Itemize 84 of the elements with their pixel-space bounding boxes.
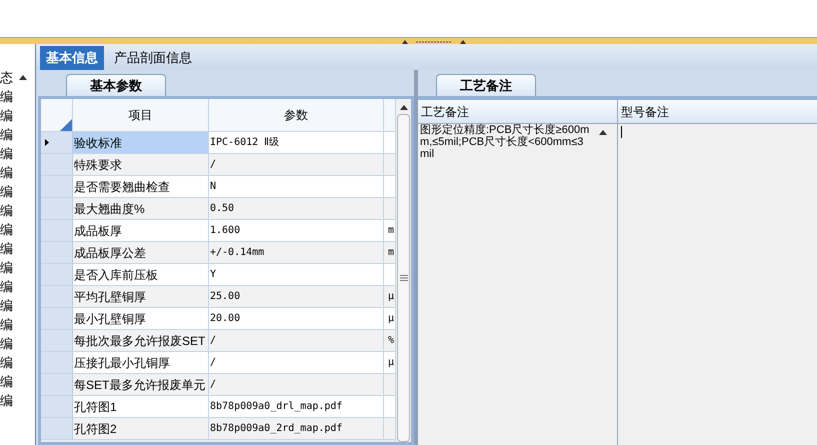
- list-item[interactable]: 编: [0, 239, 35, 258]
- column-header[interactable]: 项目: [73, 99, 209, 131]
- column-header: 态: [0, 69, 13, 87]
- table-cell: /: [209, 352, 384, 373]
- unit-text: m: [388, 224, 394, 238]
- corner-triangle-icon: [60, 119, 72, 131]
- table-cell: IPC-6012 Ⅱ级: [209, 132, 384, 153]
- unit-text: %: [388, 334, 394, 348]
- table-row[interactable]: 是否入库前压板 Y: [41, 264, 395, 286]
- table-row[interactable]: 孔符图2 8b78p009a0_2rd_map.pdf: [41, 418, 395, 440]
- table-row[interactable]: 平均孔壁铜厚 25.00 μ: [41, 286, 395, 308]
- list-item[interactable]: 编: [0, 277, 35, 296]
- table-row[interactable]: 每SET最多允许报废单元 /: [41, 374, 395, 396]
- table-cell: 孔符图2: [73, 418, 209, 439]
- list-item[interactable]: 编: [0, 182, 35, 201]
- list-item[interactable]: 编: [0, 201, 35, 220]
- list-item[interactable]: 编: [0, 220, 35, 239]
- text-cursor: [621, 126, 622, 138]
- table-cell: 最大翘曲度%: [73, 198, 209, 219]
- tab[interactable]: 基本参数: [66, 74, 166, 96]
- column-header: 工艺备注: [418, 100, 617, 124]
- table-cell: 每批次最多允许报废SET: [73, 330, 209, 351]
- list-item[interactable]: 编: [0, 296, 35, 315]
- table-row[interactable]: 最小孔壁铜厚 20.00 μ: [41, 308, 395, 330]
- list-item[interactable]: 编: [0, 163, 35, 182]
- table-row[interactable]: 每批次最多允许报废SET / %: [41, 330, 395, 352]
- table-cell: 最小孔壁铜厚: [73, 308, 209, 329]
- note-text: 图形定位精度:PCB尺寸长度≥600mm,≤5mil;PCB尺寸长度<600mm≤3mil: [419, 124, 590, 160]
- list-item[interactable]: 编: [0, 106, 35, 125]
- table-row[interactable]: 成品板厚 1.600 m: [41, 220, 395, 242]
- table-row[interactable]: 压接孔最小孔铜厚 / μ: [41, 352, 395, 374]
- row-pointer-icon: [45, 139, 49, 146]
- table-cell: 1.600: [209, 220, 384, 241]
- tab[interactable]: 基本信息: [40, 46, 104, 70]
- scroll-up-icon[interactable]: [599, 130, 607, 135]
- table-cell: 孔符图1: [73, 396, 209, 417]
- unit-text: μ: [388, 312, 394, 326]
- tab[interactable]: 工艺备注: [436, 74, 536, 96]
- table-row[interactable]: 最大翘曲度% 0.50: [41, 198, 395, 220]
- table-cell: 8b78p009a0_2rd_map.pdf: [209, 418, 384, 439]
- table-cell: 验收标准: [73, 132, 209, 153]
- table-row[interactable]: 孔符图1 8b78p009a0_drl_map.pdf: [41, 396, 395, 418]
- table-row[interactable]: 成品板厚公差 +/-0.14mm m: [41, 242, 395, 264]
- scroll-up-icon[interactable]: [19, 75, 27, 80]
- table-cell: 平均孔壁铜厚: [73, 286, 209, 307]
- table-cell: /: [209, 330, 384, 351]
- table-cell: 成品板厚公差: [73, 242, 209, 263]
- list-item[interactable]: 编: [0, 87, 35, 106]
- splitter-handle-icon[interactable]: [402, 38, 466, 44]
- scrollbar[interactable]: [395, 99, 411, 442]
- tab[interactable]: 产品剖面信息: [108, 46, 198, 70]
- table-cell: +/-0.14mm: [209, 242, 384, 263]
- unit-text: μ: [388, 290, 394, 304]
- table-cell: 成品板厚: [73, 220, 209, 241]
- list-item[interactable]: 编: [0, 125, 35, 144]
- scroll-up-icon[interactable]: [400, 105, 408, 110]
- table-cell: /: [209, 154, 384, 175]
- grip-icon: [400, 275, 408, 281]
- table-cell: 是否入库前压板: [73, 264, 209, 285]
- list-item[interactable]: 编: [0, 258, 35, 277]
- unit-text: m: [388, 246, 394, 260]
- table-cell: 20.00: [209, 308, 384, 329]
- table-row[interactable]: 验收标准 IPC-6012 Ⅱ级: [41, 132, 395, 154]
- table-cell: 0.50: [209, 198, 384, 219]
- table-cell: 每SET最多允许报废单元: [73, 374, 209, 395]
- list-item[interactable]: 编: [0, 334, 35, 353]
- table-cell: 8b78p009a0_drl_map.pdf: [209, 396, 384, 417]
- list-item[interactable]: 编: [0, 372, 35, 391]
- table-cell: 25.00: [209, 286, 384, 307]
- list-item[interactable]: 编: [0, 391, 35, 410]
- unit-text: μ: [388, 356, 394, 370]
- table-row[interactable]: 特殊要求 /: [41, 154, 395, 176]
- list-item[interactable]: 编: [0, 353, 35, 372]
- list-item[interactable]: 编: [0, 315, 35, 334]
- table-row[interactable]: 是否需要翘曲检查 N: [41, 176, 395, 198]
- table-cell: N: [209, 176, 384, 197]
- table-cell: /: [209, 374, 384, 395]
- column-header[interactable]: 参数: [209, 99, 384, 131]
- table-cell: 是否需要翘曲检查: [73, 176, 209, 197]
- table-cell: 特殊要求: [73, 154, 209, 175]
- table-cell: Y: [209, 264, 384, 285]
- table-cell: 压接孔最小孔铜厚: [73, 352, 209, 373]
- column-header: 型号备注: [618, 100, 817, 124]
- list-item[interactable]: 编: [0, 144, 35, 163]
